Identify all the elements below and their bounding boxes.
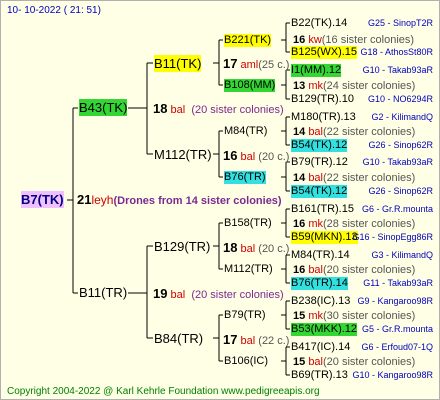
gen2-info-1: 17 aml(25 c.)	[223, 56, 290, 71]
gen3-node-7: B79(TR)	[224, 309, 266, 321]
date-stamp: 10- 10-2022 ( 21: 51)	[7, 5, 101, 16]
gen4-ped-16: G10 - Kangaroo98R	[352, 370, 433, 380]
gen4-ped-13: G9 - Kangaroo98R	[357, 296, 433, 306]
gen4-ped-9: G6 - Gr.R.mounta	[361, 204, 433, 214]
sire-label: B43(TK)	[79, 99, 128, 116]
gen3-node-2: B108(MM)	[224, 79, 276, 92]
gen4-ped-5: G2 - KilimandQ	[371, 112, 433, 122]
pedigree-canvas: 10- 10-2022 ( 21: 51) B7(TK) 21leyh(Dron…	[0, 0, 440, 400]
gen2-info-3: 18 bal (20 c.)	[223, 240, 290, 255]
gen2-node-4: B84(TR)	[154, 331, 204, 346]
root-info: 21leyh(Drones from 14 sister colonies)	[77, 192, 282, 207]
gen4-node-3: I1(MM).12	[291, 64, 342, 77]
gen3-info-7: 15 mk(30 sister colonies)	[293, 310, 416, 322]
gen3-info-3: 14 bal(22 sister colonies)	[293, 126, 416, 138]
gen4-node-7: B79(TR).12	[291, 156, 348, 168]
gen3-node-3: M84(TR)	[224, 125, 268, 137]
gen3-info-6: 16 bal(20 sister colonies)	[293, 264, 416, 276]
gen4-node-4: B129(TR).10	[291, 93, 354, 105]
gen4-node-11: M84(TR).14	[291, 249, 350, 261]
gen4-node-12: B76(TR).14	[291, 277, 348, 290]
gen4-node-13: B238(IC).13	[291, 295, 351, 307]
gen3-info-5: 16 mk(28 sister colonies)	[293, 218, 416, 230]
gen4-ped-8: G26 - Sinop62R	[368, 186, 433, 196]
gen2-node-3: B129(TR)	[154, 239, 211, 254]
dam-label: B11(TR)	[79, 285, 128, 300]
gen4-ped-12: G11 - Takab93aR	[363, 278, 433, 288]
gen4-node-16: B69(TR).13	[291, 369, 348, 381]
gen4-node-2: B125(WX).15	[291, 46, 358, 59]
gen1-info-bottom: 19 bal (20 sister colonies)	[153, 286, 284, 301]
gen3-node-4: B76(TR)	[224, 171, 266, 184]
gen4-node-15: B417(IC).14	[291, 341, 351, 353]
gen3-node-5: B158(TR)	[224, 217, 272, 229]
gen4-node-1: B22(TK).14	[291, 17, 348, 29]
gen2-node-2: M112(TR)	[154, 147, 212, 162]
gen4-node-6: B54(TK).12	[291, 139, 348, 152]
gen2-info-2: 16 bal (20 c.)	[223, 148, 290, 163]
gen4-ped-11: G3 - KilimandQ	[371, 250, 433, 260]
gen1-info-top: 18 bal (20 sister colonies)	[153, 101, 284, 116]
gen3-node-8: B106(IC)	[224, 355, 269, 367]
gen3-info-8: 15 bal(20 sister colonies)	[293, 356, 416, 368]
gen2-node-1: B11(TK)	[154, 55, 202, 72]
gen3-info-4: 14 bal(22 sister colonies)	[293, 172, 416, 184]
gen3-node-1: B221(TK)	[224, 34, 272, 47]
gen4-ped-10: G16 - SinopEgg86R	[352, 232, 433, 242]
gen4-node-9: B161(TR).15	[291, 203, 354, 215]
gen4-ped-4: G10 - NO6294R	[367, 94, 433, 104]
gen4-node-14: B53(MKK).12	[291, 323, 358, 336]
gen2-info-4: 17 bal (22 c.)	[223, 332, 290, 347]
gen3-info-2: 13 mk(24 sister colonies)	[293, 80, 416, 92]
gen4-ped-3: G10 - Takab93aR	[362, 65, 433, 75]
gen4-ped-14: G5 - Gr.R.mounta	[361, 324, 433, 334]
gen4-node-10: B59(MKN).13	[291, 231, 358, 244]
gen4-ped-2: G18 - AthosSt80R	[360, 47, 433, 57]
gen4-ped-7: G10 - Takab93aR	[362, 157, 433, 167]
gen4-node-5: M180(TR).13	[291, 111, 356, 123]
gen4-ped-1: G25 - SinopT2R	[367, 18, 433, 28]
gen3-node-6: M112(TR)	[224, 263, 273, 275]
root-queen-label: B7(TK)	[21, 191, 64, 208]
gen4-ped-15: G6 - Erfoud07-1Q	[361, 342, 433, 352]
copyright-footer: Copyright 2004-2022 @ Karl Kehrle Founda…	[7, 386, 320, 397]
gen4-node-8: B54(TK).12	[291, 185, 348, 198]
gen4-ped-6: G26 - Sinop62R	[368, 140, 433, 150]
